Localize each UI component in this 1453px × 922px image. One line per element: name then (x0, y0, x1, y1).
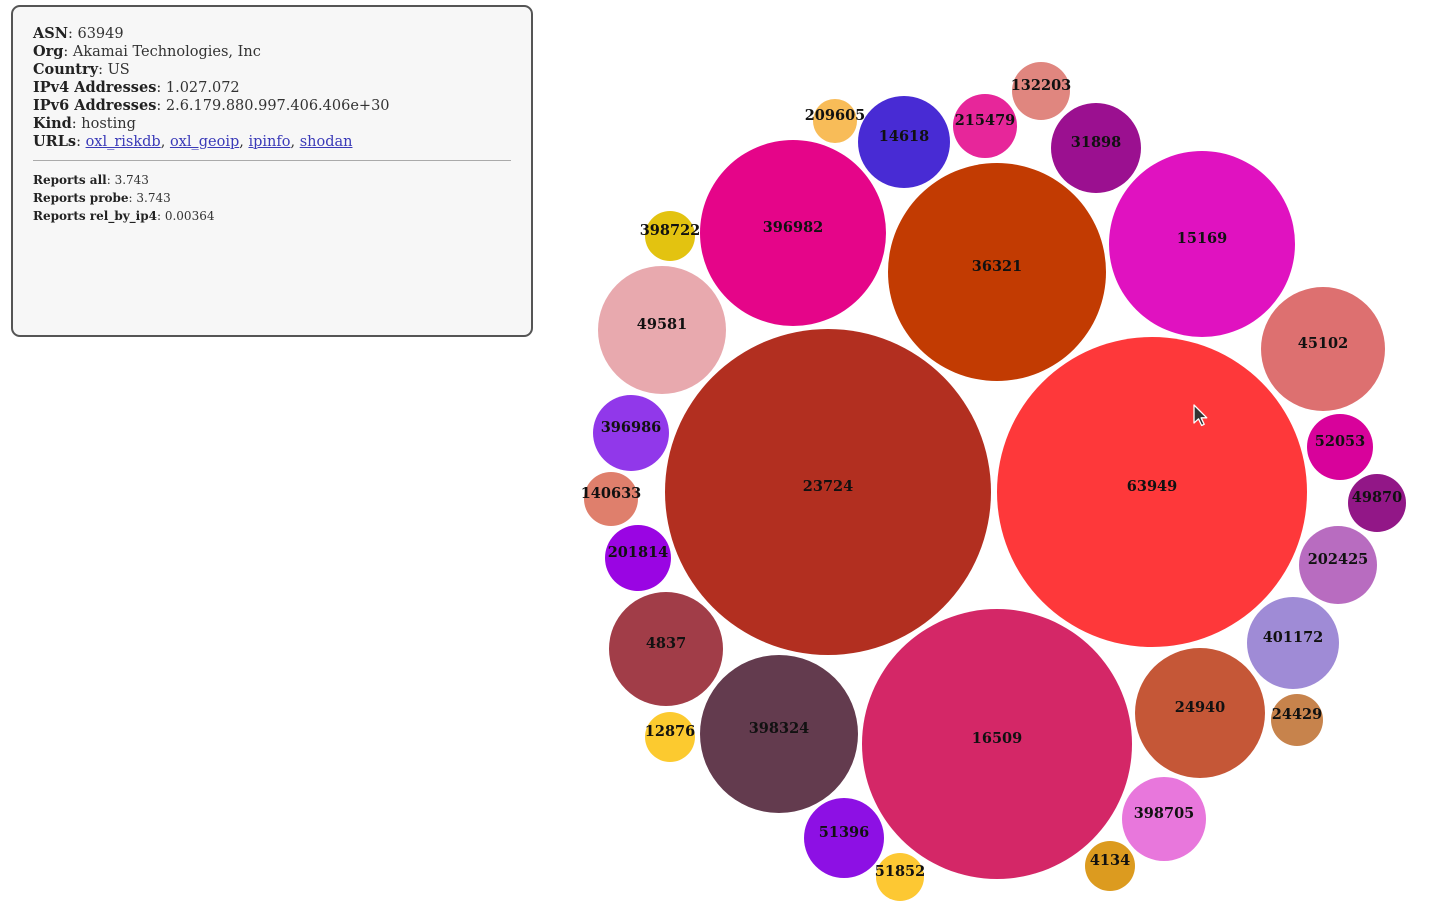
asn-bubble-23724[interactable]: 23724 (665, 329, 991, 655)
bubble-circle[interactable] (813, 99, 857, 143)
bubble-circle[interactable] (888, 163, 1106, 381)
bubble-circle[interactable] (1122, 777, 1206, 861)
bubble-circle[interactable] (862, 609, 1132, 879)
asn-bubble-51852[interactable]: 51852 (875, 853, 925, 901)
bubble-circle[interactable] (804, 798, 884, 878)
bubble-circle[interactable] (584, 472, 638, 526)
asn-bubble-49870[interactable]: 49870 (1348, 474, 1406, 532)
asn-bubble-14618[interactable]: 14618 (858, 96, 950, 188)
bubble-circle[interactable] (645, 712, 695, 762)
asn-bubble-4837[interactable]: 4837 (609, 592, 723, 706)
asn-bubble-49581[interactable]: 49581 (598, 266, 726, 394)
asn-bubble-398722[interactable]: 398722 (640, 211, 701, 261)
asn-bubble-63949[interactable]: 63949 (997, 337, 1307, 647)
asn-bubble-36321[interactable]: 36321 (888, 163, 1106, 381)
asn-bubble-132203[interactable]: 132203 (1011, 62, 1072, 120)
bubble-circle[interactable] (876, 853, 924, 901)
bubble-circle[interactable] (593, 395, 669, 471)
bubble-circle[interactable] (1109, 151, 1295, 337)
bubble-circle[interactable] (1307, 414, 1373, 480)
bubble-circle[interactable] (645, 211, 695, 261)
bubble-circle[interactable] (700, 655, 858, 813)
bubble-circle[interactable] (1261, 287, 1385, 411)
asn-bubble-16509[interactable]: 16509 (862, 609, 1132, 879)
bubble-circle[interactable] (1271, 694, 1323, 746)
asn-bubble-31898[interactable]: 31898 (1051, 103, 1141, 193)
asn-bubble-52053[interactable]: 52053 (1307, 414, 1373, 480)
asn-bubble-401172[interactable]: 401172 (1247, 597, 1339, 689)
asn-bubble-12876[interactable]: 12876 (645, 712, 695, 762)
bubble-circle[interactable] (953, 94, 1017, 158)
asn-bubble-202425[interactable]: 202425 (1299, 526, 1377, 604)
bubble-circle[interactable] (1051, 103, 1141, 193)
asn-bubble-209605[interactable]: 209605 (805, 99, 866, 143)
bubble-circle[interactable] (665, 329, 991, 655)
bubble-circle[interactable] (1247, 597, 1339, 689)
asn-bubble-396986[interactable]: 396986 (593, 395, 669, 471)
asn-bubble-chart: 639492372416509 3632115169 396982 398324 249… (581, 62, 1406, 901)
mouse-cursor-icon (1193, 404, 1208, 427)
bubble-circle[interactable] (1012, 62, 1070, 120)
bubble-circle[interactable] (1135, 648, 1265, 778)
asn-bubble-398324[interactable]: 398324 (700, 655, 858, 813)
asn-bubble-15169[interactable]: 15169 (1109, 151, 1295, 337)
asn-bubble-51396[interactable]: 51396 (804, 798, 884, 878)
asn-bubble-201814[interactable]: 201814 (605, 525, 671, 591)
bubble-circle[interactable] (609, 592, 723, 706)
bubble-circle[interactable] (1085, 841, 1135, 891)
asn-bubble-215479[interactable]: 215479 (953, 94, 1017, 158)
bubble-circle[interactable] (605, 525, 671, 591)
asn-bubble-396982[interactable]: 396982 (700, 140, 886, 326)
asn-bubble-140633[interactable]: 140633 (581, 472, 642, 526)
asn-bubble-24429[interactable]: 24429 (1271, 694, 1323, 746)
bubble-circle[interactable] (1299, 526, 1377, 604)
asn-bubble-45102[interactable]: 45102 (1261, 287, 1385, 411)
bubble-circle[interactable] (997, 337, 1307, 647)
bubble-circle[interactable] (858, 96, 950, 188)
bubble-circle[interactable] (1348, 474, 1406, 532)
bubble-circle[interactable] (700, 140, 886, 326)
asn-bubble-398705[interactable]: 398705 (1122, 777, 1206, 861)
asn-bubble-4134[interactable]: 4134 (1085, 841, 1135, 891)
asn-bubble-24940[interactable]: 24940 (1135, 648, 1265, 778)
bubble-circle[interactable] (598, 266, 726, 394)
